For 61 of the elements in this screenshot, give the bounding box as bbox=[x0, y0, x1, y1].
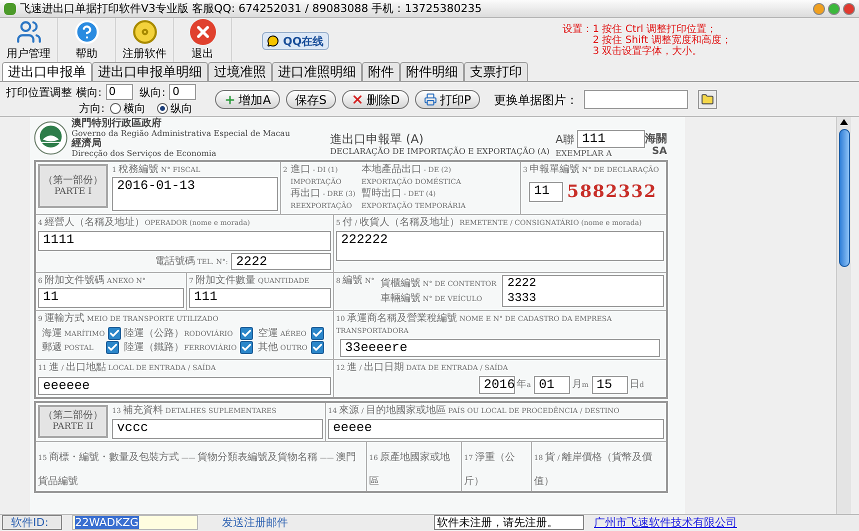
input-field[interactable]: 111 bbox=[189, 288, 331, 308]
hint-text: 2 按住 Shift 调整宽度和高度； bbox=[592, 35, 732, 46]
registration-notice: 软件未注册，请先注册。 bbox=[434, 515, 584, 530]
department-name: 經濟局 bbox=[72, 138, 103, 149]
direction-label: 方向: bbox=[79, 102, 105, 115]
input-field[interactable]: 222222 bbox=[336, 231, 664, 261]
input-field[interactable]: 1111 bbox=[38, 231, 331, 251]
declaration-number: 5882332 bbox=[567, 182, 657, 202]
input-field[interactable]: 0 bbox=[106, 84, 133, 100]
input-field[interactable]: 2222 bbox=[231, 253, 331, 270]
input-field[interactable]: 111 bbox=[577, 130, 645, 148]
software-id-label: 软件ID: bbox=[2, 515, 62, 530]
copy-label: A聯 bbox=[555, 132, 574, 146]
input-field[interactable]: 33eeeere bbox=[340, 339, 660, 357]
tab[interactable]: 进出口申报单 bbox=[2, 62, 92, 81]
delete-button[interactable]: 删除D bbox=[342, 90, 409, 109]
toolbar-button[interactable]: 帮助 bbox=[58, 18, 116, 62]
input-field[interactable]: eeeee bbox=[328, 419, 664, 439]
horizontal-label: 横向: bbox=[76, 86, 102, 98]
tab[interactable]: 进口准照明细 bbox=[272, 62, 362, 81]
tab[interactable]: 支票打印 bbox=[464, 62, 528, 81]
tab[interactable]: 过境准照 bbox=[208, 62, 272, 81]
hint-text: 设置：1 按住 Ctrl 调整打印位置； bbox=[562, 24, 716, 35]
tab[interactable]: 附件明细 bbox=[400, 62, 464, 81]
customs-label: SA bbox=[652, 146, 667, 158]
add-button[interactable]: 增加A bbox=[214, 90, 280, 109]
image-picker-label: 更换单据图片： bbox=[494, 92, 578, 106]
input-field[interactable]: vccc bbox=[112, 419, 323, 439]
input-field[interactable]: 15 bbox=[592, 376, 628, 394]
input-field[interactable]: 01 bbox=[534, 376, 570, 394]
input-field[interactable]: 11 bbox=[38, 288, 184, 308]
print-button[interactable]: 打印P bbox=[414, 90, 480, 109]
save-button[interactable]: 保存S bbox=[286, 90, 336, 109]
qq-online-button[interactable]: QQ在线 bbox=[262, 32, 329, 50]
radio-option[interactable]: 横向 bbox=[110, 102, 146, 115]
government-name: 澳門特別行政區政府 bbox=[72, 118, 163, 129]
form-title: DECLARAÇÃO DE IMPORTAÇÃO E EXPORTAÇÃO (A) bbox=[330, 146, 550, 158]
print-adjust-label: 打印位置调整 bbox=[6, 86, 72, 98]
tab[interactable]: 附件 bbox=[362, 62, 400, 81]
part-label-cell: （第一部份） PARTE I bbox=[38, 164, 108, 208]
company-link[interactable]: 广州市飞速软件技术有限公司 bbox=[594, 516, 737, 529]
input-field[interactable]: 0 bbox=[169, 84, 196, 100]
toolbar-button[interactable]: 退出 bbox=[174, 18, 232, 62]
form-title: 進出口申報單 (A) bbox=[330, 132, 424, 146]
input-field[interactable]: 2222 3333 bbox=[502, 275, 664, 307]
window-title: 飞速进出口单据打印软件V3专业版 客服QQ: 674252031 / 89083088 手机：13725380235 bbox=[20, 2, 482, 16]
part-label-cell: （第二部份） PARTE II bbox=[38, 405, 108, 438]
software-id-field[interactable]: 22WADKZG bbox=[72, 515, 198, 530]
radio-option[interactable]: 纵向 bbox=[156, 102, 193, 115]
customs-label: 海關 bbox=[645, 132, 667, 146]
input-field[interactable]: 2016-01-13 bbox=[112, 177, 278, 211]
tab[interactable]: 进出口申报单明细 bbox=[92, 62, 208, 81]
input-field[interactable]: 2016 bbox=[478, 376, 515, 394]
hint-text: 3 双击设置字体，大小。 bbox=[592, 46, 704, 57]
government-name: Governo da Região Administrativa Especial de Macau bbox=[72, 129, 290, 138]
send-registration-link[interactable]: 发送注册邮件 bbox=[222, 516, 288, 529]
vertical-label: 纵向: bbox=[140, 86, 166, 98]
input-field[interactable]: eeeeee bbox=[38, 377, 331, 395]
copy-label: EXEMPLAR A bbox=[555, 148, 613, 159]
input-field[interactable]: 11 bbox=[529, 182, 563, 202]
department-name: Direcção dos Serviços de Economia bbox=[72, 149, 218, 158]
